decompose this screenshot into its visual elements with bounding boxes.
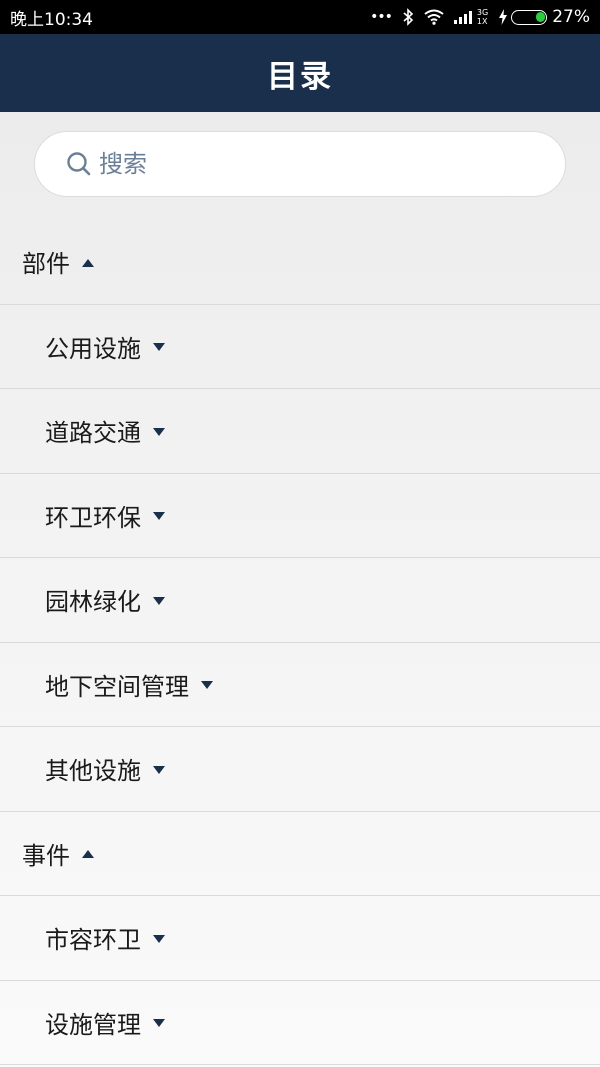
caret-down-icon: [153, 765, 165, 774]
battery-fill: [535, 12, 545, 22]
network-type-top: 3G: [476, 8, 489, 17]
battery-percent: 27%: [552, 7, 590, 27]
list-item[interactable]: 设施管理: [0, 981, 600, 1065]
caret-down-icon: [153, 512, 165, 521]
search-icon: [65, 150, 93, 178]
catalog-content: 部件 公用设施 道路交通 环卫环保 园林绿化 地下空间管理 其他设施 事件 市容…: [0, 112, 600, 1067]
caret-down-icon: [153, 427, 165, 436]
list-item[interactable]: 市容环卫: [0, 896, 600, 981]
nav-bar: 目录: [0, 34, 600, 112]
network-type-bottom: 1X: [476, 17, 488, 26]
section-label: 部件: [22, 250, 70, 279]
list-item-label: 公用设施: [45, 334, 141, 363]
list-item[interactable]: 园林绿化: [0, 558, 600, 643]
section-header-components[interactable]: 部件: [0, 220, 600, 305]
caret-down-icon: [153, 343, 165, 352]
list-item-label: 市容环卫: [45, 926, 141, 955]
list-item-label: 道路交通: [45, 419, 141, 448]
list-item[interactable]: 其他设施: [0, 727, 600, 812]
status-left: 晚上10:34: [10, 5, 93, 30]
caret-up-icon: [82, 850, 94, 859]
more-dots-icon: •••: [370, 9, 393, 25]
section-label: 事件: [22, 841, 70, 870]
caret-down-icon: [201, 681, 213, 690]
caret-up-icon: [82, 258, 94, 267]
search-input[interactable]: [99, 150, 479, 178]
caret-down-icon: [153, 934, 165, 943]
search-area: [0, 112, 600, 220]
search-box[interactable]: [34, 131, 566, 197]
network-type: 3G 1X: [477, 8, 488, 26]
caret-down-icon: [153, 1019, 165, 1028]
caret-down-icon: [153, 596, 165, 605]
battery-indicator: 27%: [498, 7, 590, 27]
list-item-label: 园林绿化: [45, 588, 141, 617]
list-item-label: 地下空间管理: [45, 672, 189, 701]
list-item[interactable]: 道路交通: [0, 389, 600, 474]
list-item-label: 设施管理: [45, 1010, 141, 1039]
list-item[interactable]: 公用设施: [0, 305, 600, 389]
wifi-icon: [424, 9, 444, 25]
list-item-label: 其他设施: [45, 757, 141, 786]
charging-icon: [499, 9, 508, 25]
page-title: 目录: [267, 58, 333, 95]
bluetooth-icon: [402, 8, 414, 26]
signal-icon: 3G 1X: [453, 8, 488, 26]
status-bar: 晚上10:34 ••• 3G 1X 27%: [0, 0, 600, 34]
section-header-events[interactable]: 事件: [0, 812, 600, 896]
list-item[interactable]: 环卫环保: [0, 474, 600, 558]
status-time: 晚上10:34: [10, 9, 93, 30]
battery-icon: [511, 9, 548, 25]
list-item-label: 环卫环保: [45, 503, 141, 532]
list-item[interactable]: 地下空间管理: [0, 643, 600, 727]
status-right: ••• 3G 1X 27%: [370, 7, 590, 27]
